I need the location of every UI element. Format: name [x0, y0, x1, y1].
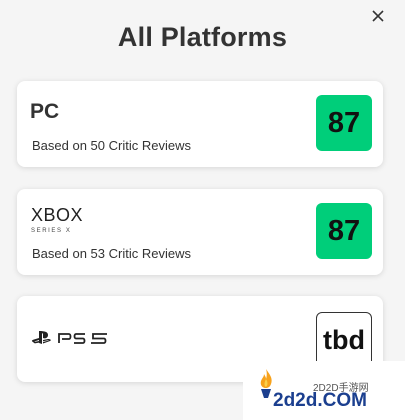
xbox-series-label: SERIES X — [31, 228, 72, 234]
platform-name-pc: PC — [30, 100, 60, 123]
ps5-wordmark — [58, 333, 107, 344]
metascore-badge: 87 — [316, 95, 372, 151]
metascore-badge: 87 — [316, 203, 372, 259]
dialog-title: All Platforms — [117, 22, 288, 52]
watermark-domain: 2d2d.COM — [273, 390, 367, 411]
critic-reviews-count: Based on 53 Critic Reviews — [32, 246, 191, 261]
critic-reviews-count: Based on 50 Critic Reviews — [32, 138, 191, 153]
ps5-logo — [31, 330, 109, 346]
xbox-wordmark: XBOX — [31, 205, 84, 225]
platform-card-pc[interactable]: PC Based on 50 Critic Reviews 87 — [17, 81, 383, 167]
platform-card-xbox[interactable]: XBOX SERIES X Based on 53 Critic Reviews… — [17, 189, 383, 275]
xbox-series-x-logo: XBOX SERIES X — [31, 206, 83, 235]
watermark: 2D2D手游网 2d2d.COM — [243, 361, 405, 420]
playstation-icon — [31, 331, 51, 344]
close-icon — [372, 10, 384, 22]
metascore-badge-tbd: tbd — [316, 312, 372, 368]
